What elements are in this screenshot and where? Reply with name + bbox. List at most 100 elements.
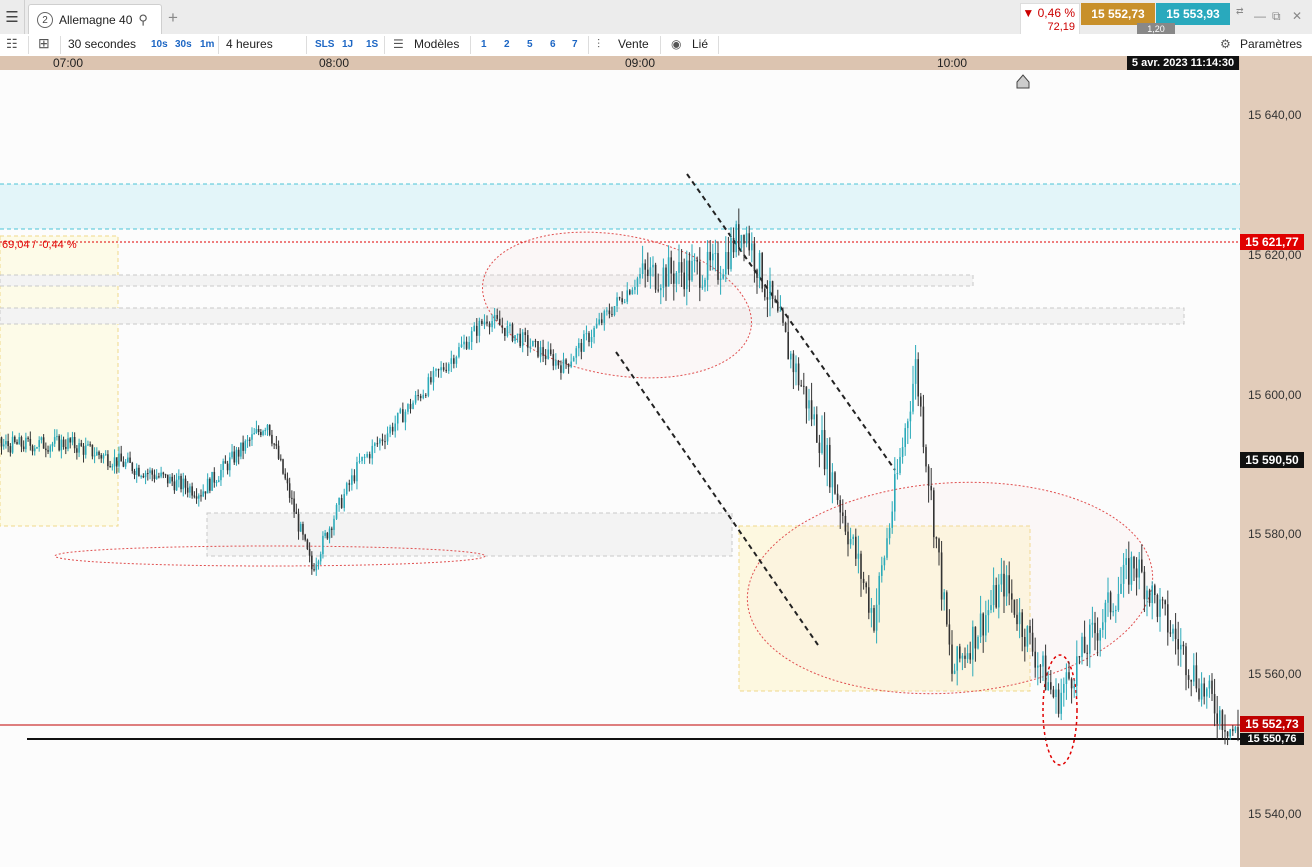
candle-body <box>412 402 414 409</box>
candle-body <box>235 449 238 463</box>
candle-body <box>946 592 948 625</box>
candle-body <box>761 252 763 289</box>
preset-2-button[interactable]: 2 <box>504 39 510 50</box>
popout-icon[interactable]: ⧉ <box>1272 9 1281 24</box>
interval-select[interactable]: 30 secondes <box>68 37 136 51</box>
candle-body <box>18 437 21 445</box>
candle-body <box>1182 644 1185 647</box>
list-icon[interactable]: ☷ <box>6 36 18 52</box>
candle-body <box>826 444 828 470</box>
candle-body <box>896 473 899 475</box>
candle-body <box>1057 689 1060 714</box>
interval-10s-button[interactable]: 10s <box>151 39 168 50</box>
candle-body <box>977 636 979 649</box>
candle-body <box>273 443 275 445</box>
candle-body <box>562 359 565 373</box>
search-icon[interactable]: ⚲ <box>138 12 148 28</box>
models-button[interactable]: Modèles <box>414 37 459 51</box>
sell-mode-button[interactable]: Vente <box>618 37 649 51</box>
candle-body <box>333 518 335 530</box>
candle-body <box>795 363 797 373</box>
candle-body <box>496 315 498 319</box>
candle-body <box>151 470 154 475</box>
range-select[interactable]: 4 heures <box>226 37 273 51</box>
candle-body <box>1044 655 1047 690</box>
preset-5-button[interactable]: 5 <box>527 39 533 50</box>
add-tab-icon[interactable]: + <box>168 8 178 28</box>
candle-body <box>62 439 65 448</box>
candle-body <box>169 476 171 484</box>
candle-body <box>409 404 412 409</box>
candle-body <box>224 461 227 464</box>
candle-body <box>680 262 683 273</box>
candle-body <box>590 337 593 343</box>
candle-body <box>260 431 262 436</box>
candle-body <box>1042 655 1044 667</box>
candle-body <box>1076 656 1078 686</box>
tab-instrument[interactable]: 2 Allemagne 40 ⚲ <box>28 4 162 35</box>
buy-price-button[interactable]: 15 553,93 <box>1156 3 1230 25</box>
candle-body <box>304 534 306 540</box>
candle-body <box>1185 646 1187 676</box>
eye-icon[interactable]: ◉ <box>671 37 681 51</box>
sell-price-button[interactable]: 15 552,73 <box>1081 3 1155 25</box>
candle-body <box>722 274 724 279</box>
interval-30s-button[interactable]: 30s <box>175 39 192 50</box>
candle-body <box>1005 575 1008 597</box>
candle-body <box>182 478 185 490</box>
candle-body <box>578 342 580 349</box>
price-chart[interactable]: 69,04 / -0,44 % <box>0 70 1240 867</box>
candle-body <box>368 454 371 459</box>
candle-body <box>527 335 529 348</box>
gear-icon[interactable]: ⚙ <box>1220 37 1231 51</box>
layout-icon[interactable]: ⊞ <box>38 35 50 52</box>
candle-body <box>1018 612 1021 625</box>
candle-body <box>735 224 737 253</box>
candle-body <box>542 347 544 356</box>
candle-body <box>572 357 575 362</box>
candle-body <box>693 259 696 261</box>
candle-body <box>266 424 269 431</box>
candle-body <box>732 237 735 253</box>
sliders-icon[interactable]: ☰ <box>393 37 404 51</box>
candle-body <box>792 353 795 373</box>
support-tag: 15 550,76 <box>1240 733 1304 745</box>
candle-body <box>758 252 761 278</box>
minimize-icon[interactable]: — <box>1254 9 1266 23</box>
linked-button[interactable]: Lié <box>692 37 708 51</box>
candles-icon[interactable]: ⫶ <box>597 37 600 52</box>
settings-button[interactable]: Paramètres <box>1240 37 1302 51</box>
candle-body <box>894 474 896 512</box>
candle-body <box>1229 729 1231 737</box>
candle-body <box>493 315 496 322</box>
candle-body <box>673 273 675 284</box>
candle-body <box>712 253 714 261</box>
candle-body <box>322 535 324 555</box>
candle-body <box>122 461 125 467</box>
candle-body <box>36 447 38 449</box>
menu-icon[interactable]: ☰ <box>0 0 25 34</box>
candle-body <box>131 462 134 471</box>
candle-body <box>158 476 160 478</box>
candle-body <box>338 498 340 505</box>
grey-zone-3 <box>206 512 733 557</box>
candle-body <box>667 257 670 287</box>
close-icon[interactable]: ✕ <box>1292 9 1302 23</box>
candle-body <box>948 624 951 645</box>
preset-6-button[interactable]: 6 <box>550 39 556 50</box>
range-1j-button[interactable]: 1J <box>342 39 353 50</box>
preset-7-button[interactable]: 7 <box>572 39 578 50</box>
candle-body <box>1174 628 1177 640</box>
interval-1m-button[interactable]: 1m <box>200 39 214 50</box>
candle-body <box>328 528 331 539</box>
candle-body <box>460 344 463 348</box>
candle-body <box>470 331 473 343</box>
arrows-icon[interactable]: ⇄ <box>1236 6 1244 17</box>
range-sls-button[interactable]: SLS <box>315 39 334 50</box>
candle-body <box>547 349 549 359</box>
range-1s-button[interactable]: 1S <box>366 39 378 50</box>
candle-body <box>186 487 189 493</box>
candle-body <box>1234 727 1237 732</box>
candle-body <box>1190 679 1192 682</box>
preset-1-button[interactable]: 1 <box>481 39 487 50</box>
